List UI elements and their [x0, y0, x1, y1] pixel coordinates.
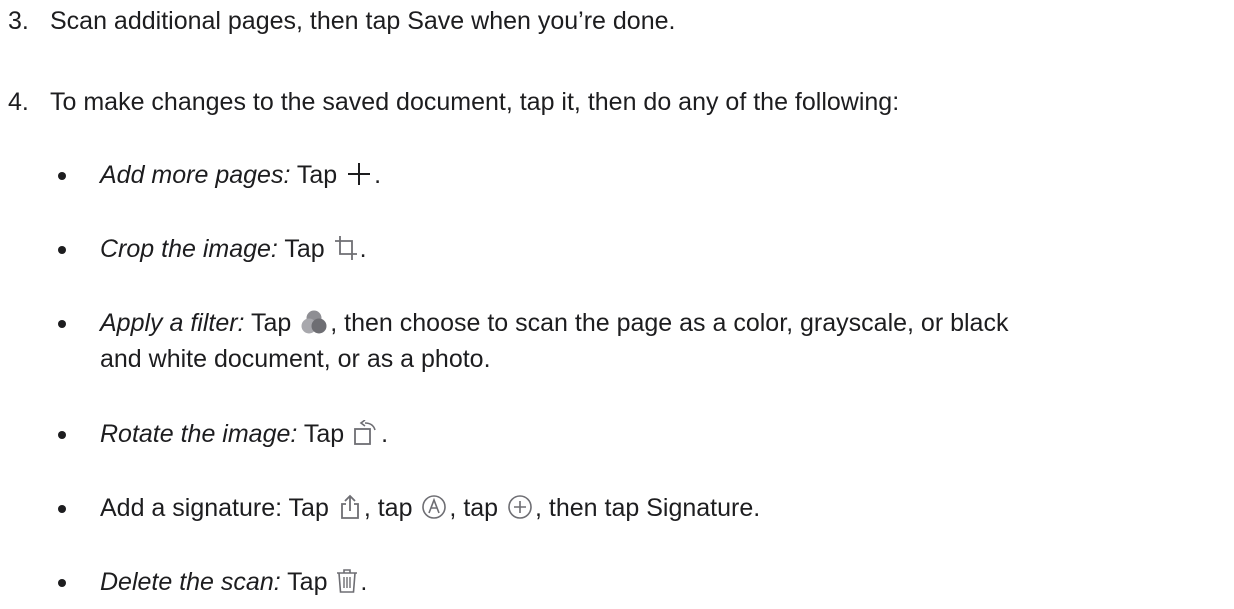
bullet-dot: [58, 579, 66, 587]
bullet-dot: [58, 320, 66, 328]
item-text: .: [374, 161, 382, 189]
item-text: Tap: [244, 309, 299, 337]
bullet-dot: [58, 172, 66, 180]
step-3: 3. Scan additional pages, then tap Save w…: [8, 3, 675, 39]
crop-icon: [334, 235, 358, 261]
step-number: 4.: [8, 88, 29, 116]
item-label: Crop the image:: [100, 235, 278, 263]
item-text: Add a signature: Tap: [100, 494, 336, 522]
item-text: .: [381, 420, 389, 448]
item-text: , tap: [449, 494, 506, 522]
step-text: Scan additional pages, then tap Save whe…: [50, 7, 676, 35]
plus-icon: [346, 161, 372, 187]
item-text: Tap: [290, 161, 345, 189]
markup-icon: [421, 494, 447, 520]
list-item-crop: Crop the image: Tap .: [58, 231, 1220, 267]
step-4: 4. To make changes to the saved document,…: [8, 84, 899, 120]
item-text: .: [360, 568, 368, 596]
list-item-rotate: Rotate the image: Tap .: [58, 416, 1220, 452]
item-label: Delete the scan:: [100, 568, 281, 596]
bullet-dot: [58, 246, 66, 254]
item-label: Add more pages:: [100, 161, 291, 189]
item-text: , then choose to scan the page as a colo…: [330, 309, 1009, 337]
item-text: Tap: [277, 235, 332, 263]
filter-icon: [300, 309, 328, 335]
list-item-delete: Delete the scan: Tap .: [58, 564, 1220, 600]
item-text: .: [359, 235, 367, 263]
item-text-continued: and white document, or as a photo.: [100, 345, 491, 373]
add-circle-icon: [507, 494, 533, 520]
item-text: Tap: [297, 420, 352, 448]
step-text: To make changes to the saved document, t…: [50, 88, 900, 116]
step-number: 3.: [8, 7, 29, 35]
list-item-add-pages: Add more pages: Tap .: [58, 157, 1220, 193]
trash-icon: [336, 568, 358, 594]
item-label: Apply a filter:: [100, 309, 245, 337]
item-text: , then tap Signature.: [535, 494, 761, 522]
item-label: Rotate the image:: [100, 420, 298, 448]
share-icon: [338, 494, 362, 520]
list-item-filter: Apply a filter: Tap , then choose to sca…: [58, 305, 1220, 377]
list-item-signature: Add a signature: Tap , tap , tap , then …: [58, 490, 1220, 526]
item-text: Tap: [280, 568, 335, 596]
rotate-icon: [353, 420, 379, 446]
bullet-dot: [58, 505, 66, 513]
item-text: , tap: [363, 494, 420, 522]
bullet-dot: [58, 431, 66, 439]
